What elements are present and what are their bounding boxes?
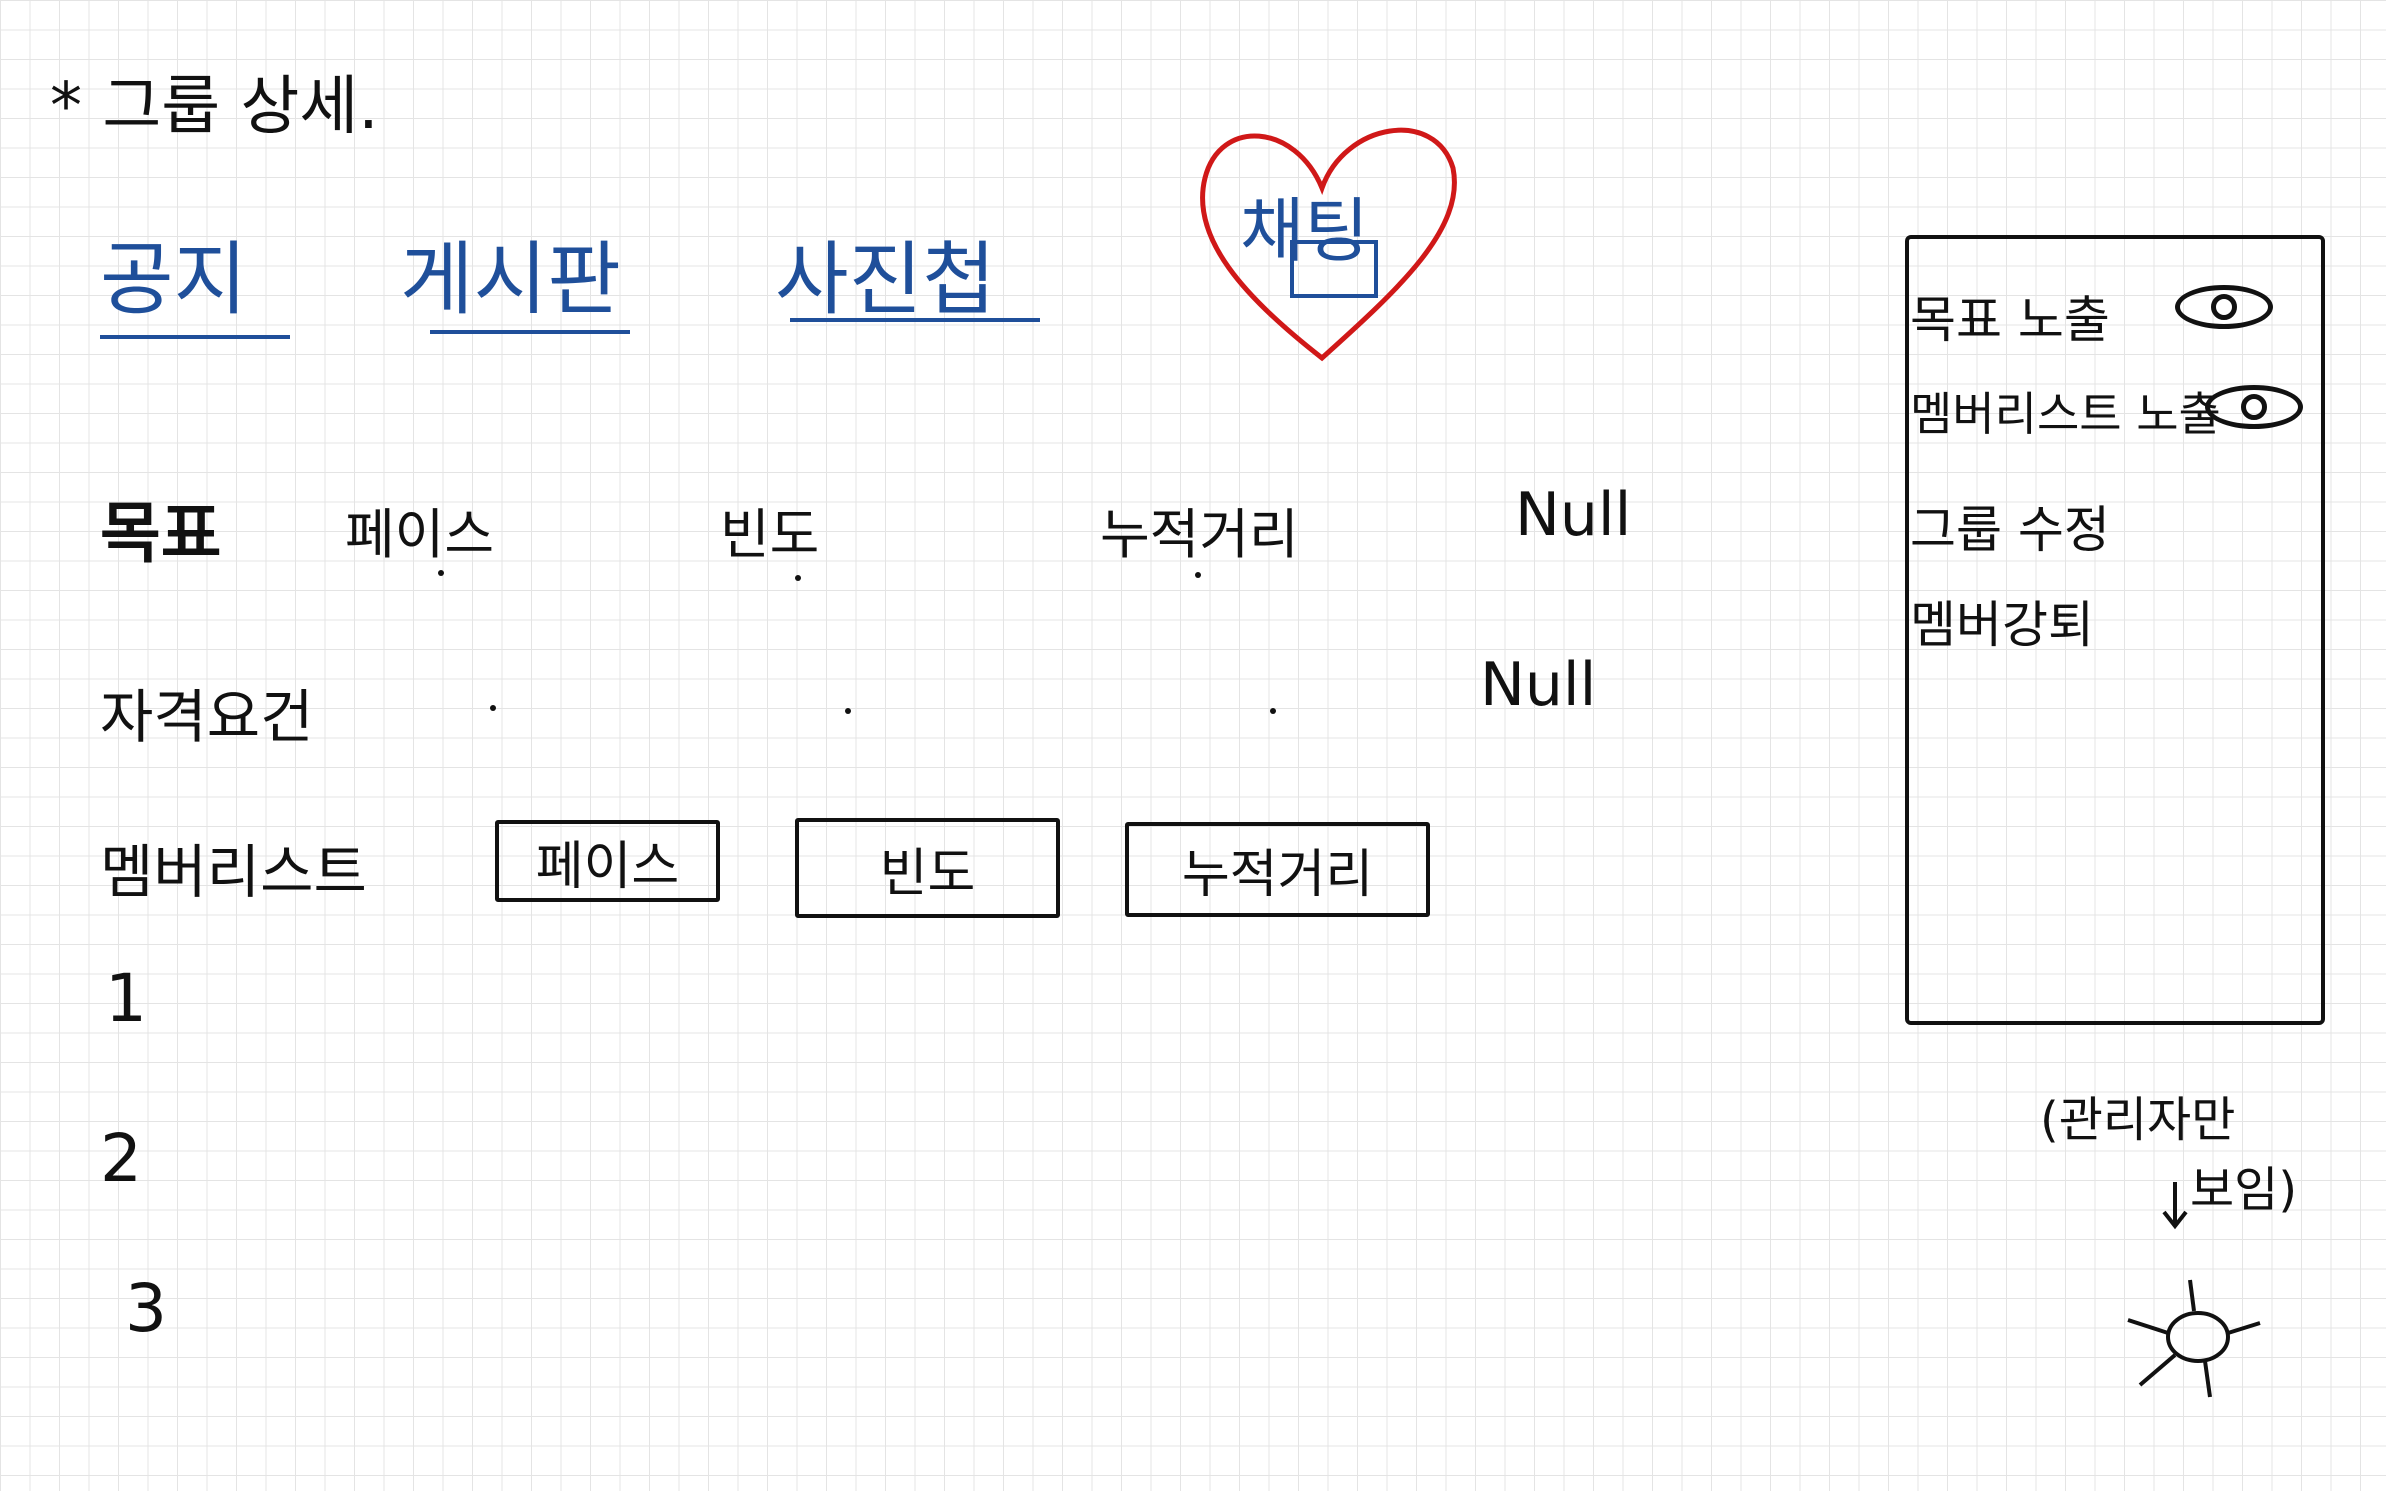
admin-goal-visibility: 목표 노출	[1910, 291, 2110, 349]
goal-col-pace: 페이스	[345, 503, 495, 566]
tab-chat-box	[1290, 240, 1378, 298]
admin-edit-group[interactable]: 그룹 수정	[1910, 490, 2110, 562]
eye-icon[interactable]	[2205, 385, 2303, 429]
member-list-label: 멤버리스트	[100, 838, 367, 906]
eye-icon[interactable]	[2175, 285, 2273, 329]
arrow-down-icon	[2160, 1180, 2190, 1234]
member-row-1[interactable]: 1	[105, 960, 147, 1037]
admin-kick-member[interactable]: 멤버강퇴	[1910, 585, 2094, 657]
tab-notice[interactable]: 공지	[100, 215, 247, 331]
qualification-null[interactable]: Null	[1480, 650, 1596, 720]
goal-distance-radio[interactable]	[1195, 572, 1201, 578]
admin-member-list-visibility: 멤버리스트 노출	[1910, 387, 2221, 441]
goal-frequency-radio[interactable]	[795, 575, 801, 581]
member-row-3[interactable]: 3	[125, 1270, 167, 1347]
sort-pace-button[interactable]: 페이스	[495, 820, 720, 902]
qualification-label: 자격요건	[100, 683, 314, 751]
tab-photos-underline	[790, 318, 1040, 322]
qualification-frequency-radio[interactable]	[845, 708, 851, 714]
tab-board[interactable]: 게시판	[400, 215, 621, 331]
goal-col-distance: 누적거리	[1100, 503, 1299, 566]
tab-notice-underline	[100, 335, 290, 339]
tab-board-underline	[430, 330, 630, 334]
sort-frequency-button[interactable]: 빈도	[795, 818, 1060, 918]
qualification-distance-radio[interactable]	[1270, 708, 1276, 714]
goal-pace-radio[interactable]	[438, 570, 444, 576]
goal-null[interactable]: Null	[1515, 480, 1631, 550]
qualification-pace-radio[interactable]	[490, 705, 496, 711]
member-row-2[interactable]: 2	[100, 1120, 142, 1197]
admin-only-note: (관리자만	[2040, 1092, 2236, 1148]
admin-only-note-2: 보임)	[2190, 1162, 2298, 1218]
tab-photos[interactable]: 사진첩	[775, 215, 996, 331]
goal-col-frequency: 빈도	[720, 503, 820, 566]
sort-distance-button[interactable]: 누적거리	[1125, 822, 1430, 917]
page-title: * 그룹 상세.	[50, 70, 379, 144]
goal-label: 목표	[100, 495, 222, 572]
sun-icon[interactable]	[2120, 1275, 2270, 1409]
